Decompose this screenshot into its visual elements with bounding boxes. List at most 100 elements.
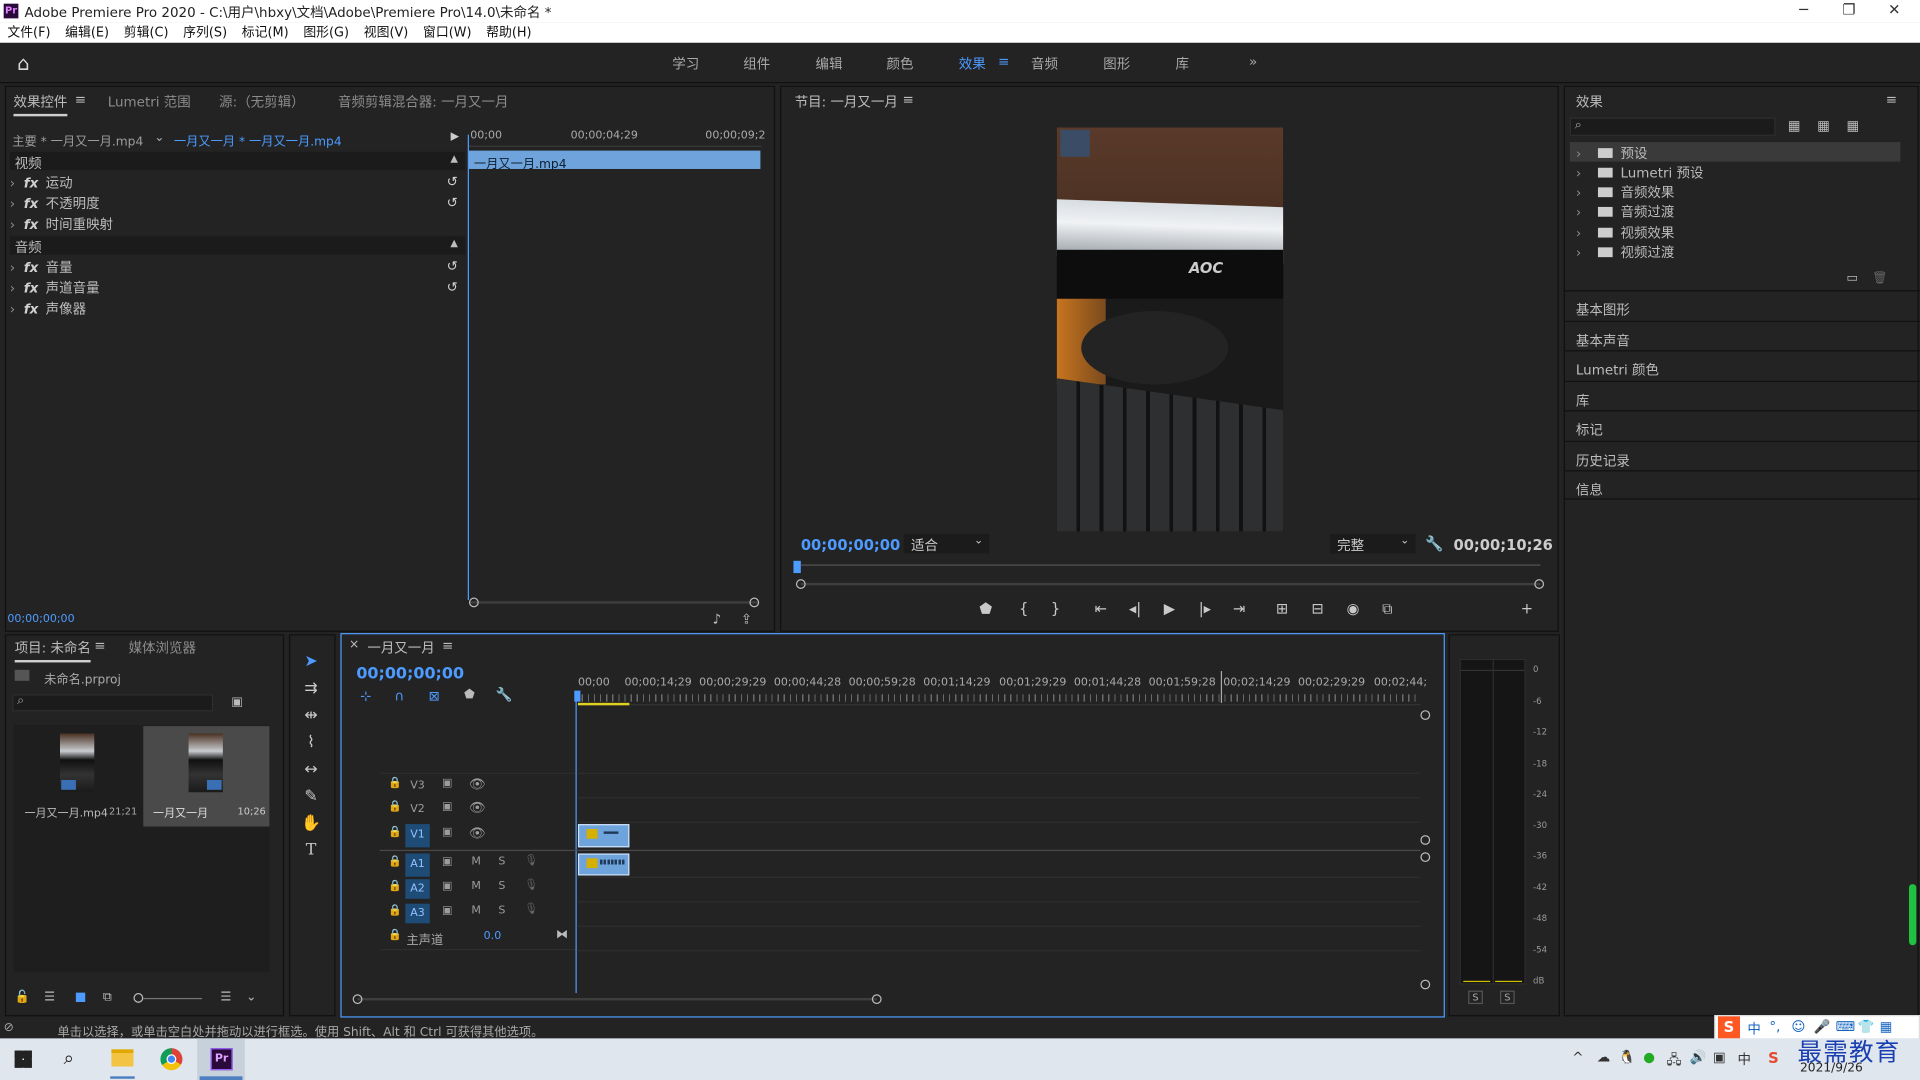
effects-panel-title[interactable]: 效果 (1576, 92, 1603, 112)
project-menu-icon[interactable]: ≡ (94, 638, 105, 654)
ec-zoom-scrollbar[interactable] (468, 601, 758, 604)
reset-icon[interactable]: ↺ (447, 258, 458, 274)
effect-row-panner[interactable]: › fx 声像器 (10, 299, 463, 320)
workspace-editing[interactable]: 编辑 (816, 54, 843, 74)
section-essential-graphics[interactable]: 基本图形 (1564, 290, 1920, 319)
sync-lock-icon[interactable]: ▣ (442, 778, 452, 790)
effect-row-opacity[interactable]: › fx 不透明度 ↺ (10, 193, 463, 214)
timeline-menu-icon[interactable]: ≡ (442, 638, 453, 654)
effect-row-channel-volume[interactable]: › fx 声道音量 ↺ (10, 278, 463, 299)
master-track-value[interactable]: 0.0 (484, 931, 502, 943)
track-a1[interactable]: 🔒 A1 ▣ M S 🎙 (380, 851, 576, 878)
v-scroll-handle-mid[interactable] (1420, 835, 1431, 845)
ime-mode[interactable]: 中 (1747, 1019, 1760, 1039)
timeline-sequence-tab[interactable]: 一月又一月 (367, 638, 434, 658)
settings-wrench-icon[interactable]: 🔧 (1425, 535, 1443, 552)
track-v1[interactable]: 🔒 V1 ▣ 👁 (380, 822, 576, 849)
windows-start-icon[interactable] (14, 1050, 32, 1068)
tab-lumetri-scopes[interactable]: Lumetri 范围 (108, 92, 191, 112)
video-clip-v1[interactable] (577, 824, 630, 848)
timeline-zoom-handle-left[interactable] (352, 994, 363, 1005)
audio-section-header[interactable]: 音频 ▲ (9, 236, 466, 256)
workspace-learn[interactable]: 学习 (672, 54, 699, 74)
sync-lock-icon[interactable]: ▣ (442, 856, 452, 868)
snap-icon[interactable]: ∩ (394, 688, 404, 704)
section-history[interactable]: 历史记录 (1564, 440, 1920, 470)
program-playhead[interactable] (793, 560, 801, 574)
program-zoom-handle-left[interactable] (795, 579, 806, 589)
punctuation-icon[interactable]: °, (1769, 1019, 1780, 1035)
selection-tool-icon[interactable]: ➤ (300, 651, 322, 673)
chevron-down-icon[interactable]: ⌄ (246, 991, 256, 1004)
fx-icon[interactable]: fx (24, 196, 39, 212)
ec-zoom-handle-right[interactable] (749, 597, 760, 608)
program-menu-icon[interactable]: ≡ (902, 92, 913, 108)
fx-icon[interactable]: fx (24, 280, 39, 296)
effect-row-volume[interactable]: › fx 音量 ↺ (10, 257, 463, 278)
minimize-icon[interactable]: ─ (1791, 1, 1815, 21)
menu-file[interactable]: 文件(F) (0, 22, 58, 43)
sort-icon[interactable]: ☰ (220, 991, 231, 1004)
workspace-color[interactable]: 颜色 (887, 54, 914, 74)
solo-button[interactable]: S (498, 880, 505, 892)
fx-icon[interactable]: fx (24, 301, 39, 317)
close-icon[interactable]: ✕ (1882, 1, 1906, 21)
go-to-out-icon[interactable]: ⇥ (1227, 600, 1251, 617)
workspace-audio[interactable]: 音频 (1031, 54, 1058, 74)
timeline-zoom-scrollbar[interactable] (357, 997, 877, 1001)
timeline-ruler[interactable]: 00;00 00;00;14;29 00;00;29;29 00;00;44;2… (575, 673, 1427, 706)
step-back-icon[interactable]: ◂| (1123, 600, 1147, 617)
effect-row-time-remap[interactable]: › fx 时间重映射 (10, 214, 463, 235)
hand-tool-icon[interactable]: ✋ (300, 813, 322, 835)
comparison-view-icon[interactable]: ⧉ (1375, 600, 1399, 618)
work-area-bar[interactable] (577, 702, 630, 706)
menu-graphics[interactable]: 图形(G) (296, 22, 356, 43)
tab-effect-controls[interactable]: 效果控件 (13, 92, 68, 117)
a-scroll-handle-top[interactable] (1420, 852, 1431, 863)
tray-network-icon[interactable]: 🖧 (1667, 1049, 1682, 1072)
lift-icon[interactable]: ⊞ (1270, 600, 1294, 617)
workspace-libraries[interactable]: 库 (1176, 54, 1189, 74)
track-v2[interactable]: 🔒 V2 ▣ 👁 (380, 797, 576, 821)
sync-lock-icon[interactable]: ▣ (442, 801, 452, 813)
tray-volume-icon[interactable]: 🔊 (1690, 1049, 1707, 1065)
section-libraries[interactable]: 库 (1564, 380, 1920, 410)
program-current-timecode[interactable]: 00;00;00;00 (801, 536, 900, 553)
track-lock-icon[interactable]: 🔒 (388, 856, 402, 868)
ripple-edit-tool-icon[interactable]: ⇹ (300, 705, 322, 727)
track-select-tool-icon[interactable]: ⇉ (300, 678, 322, 700)
linked-selection-icon[interactable]: ⊠ (429, 688, 440, 704)
effects-folder-audio-transitions[interactable]: › 音频过渡 (1576, 202, 1674, 222)
mute-button[interactable]: M (471, 856, 481, 868)
section-essential-sound[interactable]: 基本声音 (1564, 320, 1920, 350)
program-video-frame[interactable]: AOC (1056, 127, 1284, 532)
program-zoom-handle-right[interactable] (1534, 579, 1545, 589)
audio-clip-a1[interactable] (577, 853, 630, 876)
program-zoom-scrollbar[interactable] (800, 582, 1541, 586)
track-lock-icon[interactable]: 🔒 (388, 905, 402, 917)
track-lock-icon[interactable]: 🔒 (388, 801, 402, 813)
delete-icon[interactable]: 🗑 (1872, 272, 1888, 285)
menu-view[interactable]: 视图(V) (356, 22, 415, 43)
ec-zoom-handle-left[interactable] (468, 597, 479, 608)
restore-icon[interactable]: ❐ (1837, 1, 1861, 21)
reset-icon[interactable]: ↺ (447, 279, 458, 295)
tray-sogou-icon[interactable]: S (1768, 1049, 1779, 1066)
lock-icon[interactable]: 🔓 (15, 991, 30, 1004)
play-icon[interactable]: ▶ (1157, 600, 1181, 617)
project-item-sequence[interactable]: 一月又一月 10;26 (143, 726, 270, 827)
track-label[interactable]: A1 (405, 853, 430, 877)
audio-meter[interactable] (1459, 658, 1526, 985)
v-scroll-handle-top[interactable] (1420, 710, 1431, 721)
fit-dropdown[interactable]: 适合 ⌄ (903, 533, 990, 554)
tray-qq-icon[interactable]: 🐧 (1619, 1049, 1636, 1065)
icon-view-icon[interactable]: ■ (75, 991, 87, 1004)
ec-playhead[interactable] (467, 134, 469, 601)
solo-right-button[interactable]: S (1500, 990, 1515, 1005)
menu-help[interactable]: 帮助(H) (479, 22, 539, 43)
timeline-zoom-handle-right[interactable] (871, 994, 882, 1005)
master-clip-label[interactable]: 主要 * 一月又一月.mp4 (12, 131, 143, 149)
section-info[interactable]: 信息 (1564, 470, 1920, 500)
more-workspaces-icon[interactable]: » (1249, 54, 1257, 70)
tab-audio-clip-mixer[interactable]: 音频剪辑混合器: 一月又一月 (338, 92, 508, 112)
